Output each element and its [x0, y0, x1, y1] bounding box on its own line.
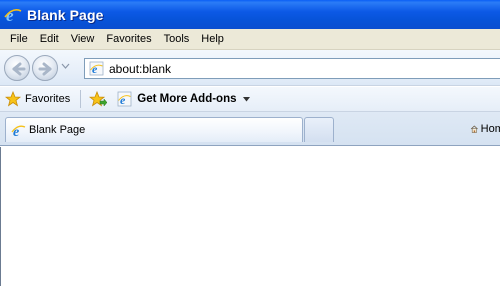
home-button[interactable]: Home [470, 118, 500, 140]
tab-bar: e Blank Page Home [0, 112, 500, 146]
menu-edit[interactable]: Edit [34, 30, 65, 49]
menu-view[interactable]: View [65, 30, 101, 49]
svg-text:e: e [120, 93, 126, 107]
back-arrow-icon [12, 62, 26, 76]
addons-label: Get More Add-ons [137, 93, 237, 105]
toolbar-separator [80, 90, 82, 108]
recent-pages-dropdown-icon[interactable] [61, 63, 70, 69]
home-icon [470, 125, 478, 133]
get-more-addons-button[interactable]: e Get More Add-ons [117, 88, 250, 110]
new-tab-button[interactable] [304, 117, 334, 142]
svg-text:e: e [92, 62, 98, 76]
star-icon [5, 91, 21, 107]
favorites-bar: Favorites e Get More Add-ons [0, 87, 500, 112]
dropdown-caret-icon [242, 96, 250, 101]
menu-tools[interactable]: Tools [158, 30, 196, 49]
menu-favorites[interactable]: Favorites [100, 30, 157, 49]
forward-arrow-icon [38, 62, 52, 76]
menu-file[interactable]: File [4, 30, 34, 49]
tab-blank-page[interactable]: e Blank Page [5, 117, 303, 142]
favorites-button[interactable]: Favorites [5, 88, 70, 110]
menu-bar: File Edit View Favorites Tools Help [0, 29, 500, 50]
page-content-area[interactable] [0, 147, 500, 286]
title-bar[interactable]: e Blank Page [0, 0, 500, 29]
home-label: Home [480, 123, 500, 135]
menu-help[interactable]: Help [195, 30, 230, 49]
address-input[interactable] [109, 61, 489, 76]
favorites-label: Favorites [25, 93, 71, 105]
back-button[interactable] [4, 55, 30, 81]
forward-button[interactable] [32, 55, 58, 81]
ie-page-icon: e [89, 61, 104, 76]
ie-page-icon: e [117, 91, 132, 107]
address-bar[interactable]: e [84, 58, 500, 79]
window-title: Blank Page [27, 6, 104, 23]
add-favorite-icon [89, 90, 108, 107]
add-to-favorites-button[interactable] [89, 88, 111, 110]
ie-logo-icon: e [4, 6, 22, 24]
ie-logo-icon: e [11, 125, 26, 138]
tab-label: Blank Page [29, 124, 86, 136]
navigation-bar: e [0, 50, 500, 86]
